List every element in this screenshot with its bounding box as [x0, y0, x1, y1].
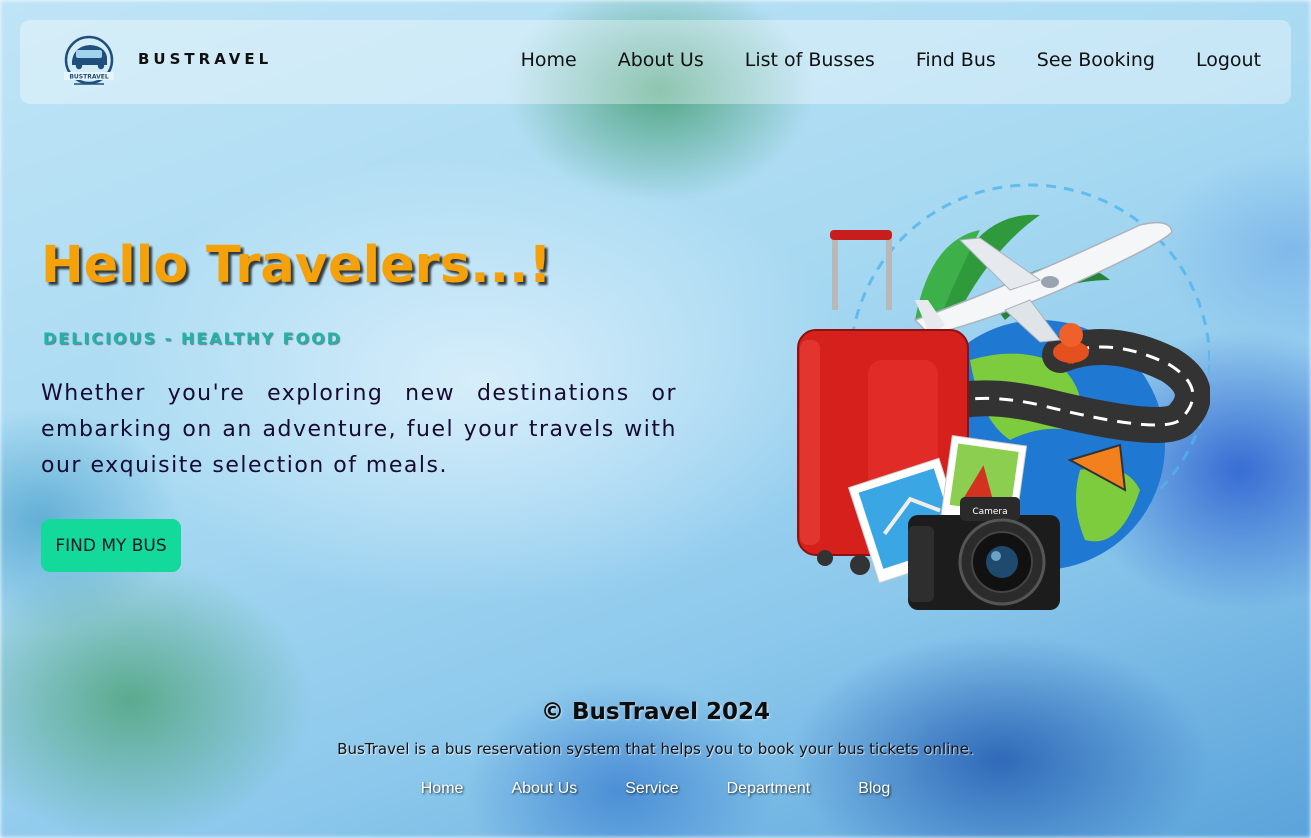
nav-see-booking[interactable]: See Booking — [1037, 49, 1155, 71]
nav-about-us[interactable]: About Us — [618, 49, 704, 71]
hero-subtitle: DELICIOUS - HEALTHY FOOD — [43, 329, 343, 348]
nav-logout[interactable]: Logout — [1196, 49, 1261, 71]
footer-link-department[interactable]: Department — [727, 780, 811, 798]
footer-description: BusTravel is a bus reservation system th… — [337, 740, 974, 758]
footer-link-about-us[interactable]: About Us — [511, 780, 577, 798]
bus-logo-icon[interactable]: BUSTRAVEL — [60, 35, 118, 89]
nav-find-bus[interactable]: Find Bus — [916, 49, 996, 71]
main-nav: Home About Us List of Busses Find Bus Se… — [480, 49, 1261, 71]
brand-name[interactable]: BUSTRAVEL — [138, 50, 272, 68]
find-my-bus-button[interactable]: FIND MY BUS — [41, 519, 181, 572]
footer-nav: Home About Us Service Department Blog — [0, 780, 1311, 798]
hero-title: Hello Travelers...! — [41, 236, 552, 295]
footer-link-blog[interactable]: Blog — [858, 780, 890, 798]
logo-text: BUSTRAVEL — [69, 74, 108, 81]
top-navbar: BUSTRAVEL BUSTRAVEL Home About Us List o… — [20, 20, 1291, 104]
footer-copyright: © BusTravel 2024 — [540, 699, 771, 725]
footer-link-home[interactable]: Home — [421, 780, 464, 798]
nav-home[interactable]: Home — [521, 49, 577, 71]
camera-label: Camera — [972, 507, 1007, 517]
nav-list-of-busses[interactable]: List of Busses — [745, 49, 875, 71]
hero-description: Whether you're exploring new destination… — [41, 381, 677, 478]
travel-illustration: Camera — [797, 183, 1210, 610]
footer-link-service[interactable]: Service — [625, 780, 678, 798]
